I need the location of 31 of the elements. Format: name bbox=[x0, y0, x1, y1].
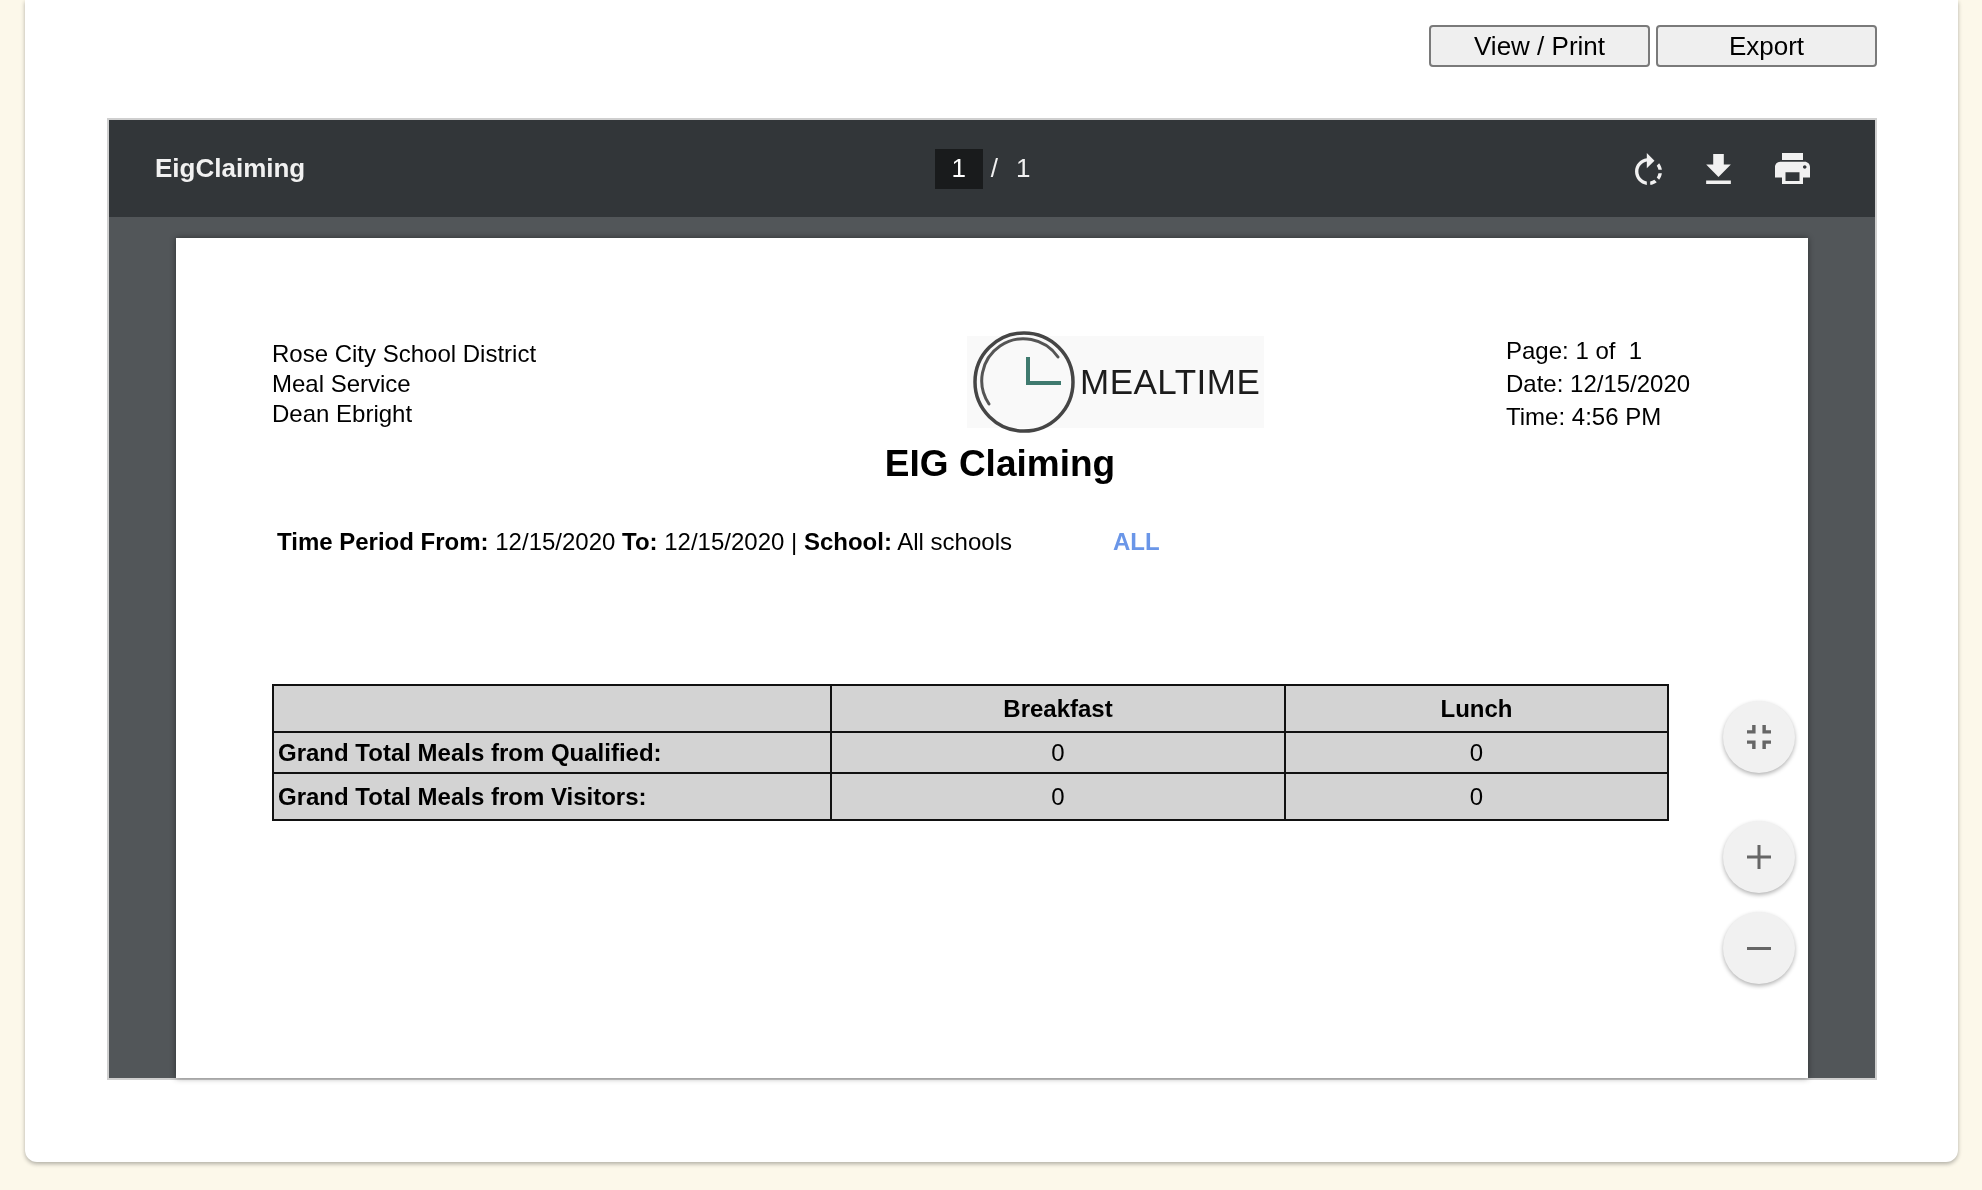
page-separator: / bbox=[990, 153, 998, 184]
table-cell: 0 bbox=[1285, 732, 1668, 773]
document-title: EigClaiming bbox=[155, 153, 306, 184]
row-label-cell: Grand Total Meals from Qualified: bbox=[273, 732, 831, 773]
organization-line: Meal Service bbox=[272, 369, 412, 399]
minus-icon bbox=[1747, 946, 1771, 950]
download-icon[interactable] bbox=[1706, 153, 1731, 184]
report-meta-line: Page: 1 of 1 bbox=[1506, 336, 1644, 366]
logo-text: MEALTIME bbox=[1080, 362, 1261, 402]
exit-fullscreen-icon bbox=[1747, 725, 1771, 749]
organization-line: Dean Ebright bbox=[272, 399, 414, 429]
print-icon[interactable] bbox=[1775, 152, 1810, 185]
clock-icon bbox=[972, 330, 1076, 434]
organization-line: Rose City School District bbox=[272, 339, 538, 369]
plus-icon bbox=[1747, 845, 1771, 869]
report-meta-line: Date: 12/15/2020 bbox=[1506, 369, 1691, 399]
report-title: EIG Claiming bbox=[883, 442, 1117, 486]
column-header: Lunch bbox=[1285, 685, 1668, 732]
group-heading: ALL bbox=[1113, 527, 1160, 557]
page-count: 1 bbox=[1015, 153, 1031, 184]
column-header: Breakfast bbox=[831, 685, 1285, 732]
action-button[interactable]: View / Print bbox=[1429, 25, 1650, 67]
report-meta-line: Time: 4:56 PM bbox=[1506, 402, 1663, 432]
table-cell: 0 bbox=[1285, 773, 1668, 820]
rotate-icon[interactable] bbox=[1635, 152, 1662, 185]
table-cell: 0 bbox=[831, 773, 1285, 820]
time-period-text: Time Period From: 12/15/2020 To: 12/15/2020 | School: All schools bbox=[277, 527, 1012, 557]
row-label-cell: Grand Total Meals from Visitors: bbox=[273, 773, 831, 820]
action-button[interactable]: Export bbox=[1656, 25, 1877, 67]
page-number-field[interactable]: 1 bbox=[934, 148, 983, 189]
table-cell: 0 bbox=[831, 732, 1285, 773]
